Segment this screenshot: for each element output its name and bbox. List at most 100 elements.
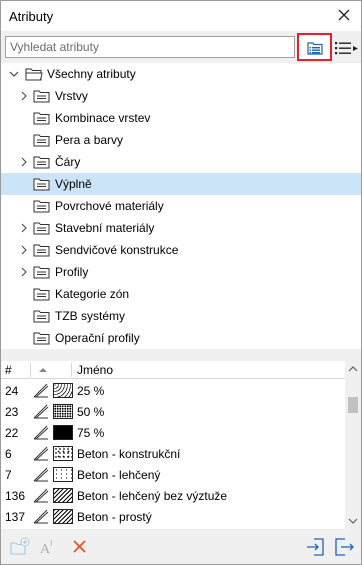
tree-node[interactable]: Kategorie zón <box>1 283 361 305</box>
tree-node-label: Operační profily <box>55 331 140 345</box>
sort-arrow-icon[interactable] <box>39 367 47 373</box>
folder-icon <box>33 222 50 235</box>
fill-pattern-swatch <box>53 404 73 419</box>
fill-pattern-swatch <box>53 488 73 503</box>
tree-node[interactable]: Kombinace vrstev <box>1 107 361 129</box>
options-menu-button[interactable] <box>335 40 359 56</box>
column-header-name[interactable]: Jméno <box>77 363 113 377</box>
attribute-tree: Všechny atributy Vrstvy Kombinace vrstev P… <box>1 63 361 349</box>
tree-node-label: Pera a barvy <box>55 133 124 147</box>
pen-icon <box>33 383 49 398</box>
table-row[interactable]: 7 Beton - lehčený <box>1 464 345 485</box>
chevron-right-icon[interactable] <box>19 267 29 277</box>
new-attribute-button[interactable] <box>9 537 31 557</box>
tree-node[interactable]: Profily <box>1 261 361 283</box>
pen-icon <box>33 446 49 461</box>
bottom-toolbar: A I <box>1 529 361 564</box>
tree-node[interactable]: TZB systémy <box>1 305 361 327</box>
tree-node-label: TZB systémy <box>55 309 126 323</box>
tree-node[interactable]: Pera a barvy <box>1 129 361 151</box>
folder-icon <box>33 200 50 213</box>
tree-node-all-attributes[interactable]: Všechny atributy <box>1 63 361 85</box>
table-row[interactable]: 23 50 % <box>1 401 345 422</box>
table-row[interactable]: 22 75 % <box>1 422 345 443</box>
tree-node-label: Výplně <box>55 177 92 191</box>
pen-icon <box>33 404 49 419</box>
row-number: 22 <box>5 426 19 440</box>
table-row[interactable]: 6 Beton - konstrukční <box>1 443 345 464</box>
row-number: 24 <box>5 384 19 398</box>
search-row <box>1 31 361 63</box>
tree-node[interactable]: Sendvičové konstrukce <box>1 239 361 261</box>
chevron-right-icon[interactable] <box>19 245 29 255</box>
new-attribute-icon <box>10 537 30 555</box>
search-input[interactable] <box>5 36 295 58</box>
tree-view-button[interactable] <box>297 33 332 61</box>
rename-icon: A I <box>40 539 52 557</box>
fill-pattern-swatch <box>53 425 73 440</box>
tree-node-label: Stavební materiály <box>55 221 155 235</box>
chevron-right-icon[interactable] <box>19 223 29 233</box>
row-number: 6 <box>5 447 12 461</box>
tree-node-label: Sendvičové konstrukce <box>55 243 179 257</box>
tree-node[interactable]: Stavební materiály <box>1 217 361 239</box>
svg-text:I: I <box>50 539 52 548</box>
folder-icon <box>33 90 50 103</box>
pen-icon <box>33 467 49 482</box>
scrollbar-thumb[interactable] <box>348 397 358 413</box>
import-button[interactable] <box>305 537 327 557</box>
export-button[interactable] <box>333 537 355 557</box>
panel-splitter[interactable] <box>1 349 361 361</box>
column-header-number[interactable]: # <box>5 363 12 377</box>
fill-name: Beton - lehčený bez výztuže <box>77 489 228 503</box>
tree-node[interactable]: Vrstvy <box>1 85 361 107</box>
fill-pattern-swatch <box>53 509 73 524</box>
folder-icon <box>33 310 50 323</box>
row-number: 137 <box>5 510 26 524</box>
tree-node[interactable]: Výplně <box>1 173 361 195</box>
scroll-down-icon[interactable] <box>345 513 361 529</box>
row-number: 7 <box>5 468 12 482</box>
tree-node-label: Kategorie zón <box>55 287 130 301</box>
delete-button[interactable] <box>69 537 91 557</box>
table-header: # Jméno <box>1 361 345 379</box>
folder-icon <box>33 332 50 345</box>
fill-name: 25 % <box>77 384 105 398</box>
menu-icon <box>335 42 358 55</box>
fill-name: 75 % <box>77 426 105 440</box>
pen-icon <box>33 509 49 524</box>
chevron-down-icon[interactable] <box>9 69 19 79</box>
tree-node[interactable]: Povrchové materiály <box>1 195 361 217</box>
folder-icon <box>33 156 50 169</box>
table-row[interactable]: 24 25 % <box>1 380 345 401</box>
row-number: 23 <box>5 405 19 419</box>
column-divider <box>30 363 31 377</box>
fill-pattern-swatch <box>53 467 73 482</box>
folder-icon <box>33 244 50 257</box>
fill-table: # Jméno 24 25 % 23 50 % 22 75 % 6 Beton - konst… <box>1 361 361 529</box>
tree-node[interactable]: Čáry <box>1 151 361 173</box>
scroll-up-icon[interactable] <box>345 361 361 377</box>
folder-icon <box>33 178 50 191</box>
chevron-right-icon[interactable] <box>19 157 29 167</box>
folder-icon <box>33 112 50 125</box>
close-button[interactable] <box>333 4 355 26</box>
table-row[interactable]: 136 Beton - lehčený bez výztuže <box>1 485 345 506</box>
export-icon <box>335 538 354 556</box>
tree-view-icon <box>307 42 323 55</box>
rename-button[interactable]: A I <box>39 537 61 557</box>
attributes-window: Atributy Vyhledat atributy Všechny atrib… <box>0 0 362 565</box>
tree-node-label: Všechny atributy <box>47 67 136 81</box>
folder-icon <box>33 266 50 279</box>
chevron-right-icon[interactable] <box>19 91 29 101</box>
title-bar: Atributy <box>1 1 361 31</box>
tree-node-label: Kombinace vrstev <box>55 111 151 125</box>
fill-pattern-swatch <box>53 446 73 461</box>
tree-node[interactable]: Operační profily <box>1 327 361 349</box>
fill-pattern-swatch <box>53 383 73 398</box>
fill-name: Beton - konstrukční <box>77 447 181 461</box>
table-row[interactable]: 137 Beton - prostý <box>1 506 345 527</box>
folder-icon <box>33 134 50 147</box>
table-scrollbar[interactable] <box>345 361 361 529</box>
tree-node-label: Povrchové materiály <box>55 199 164 213</box>
